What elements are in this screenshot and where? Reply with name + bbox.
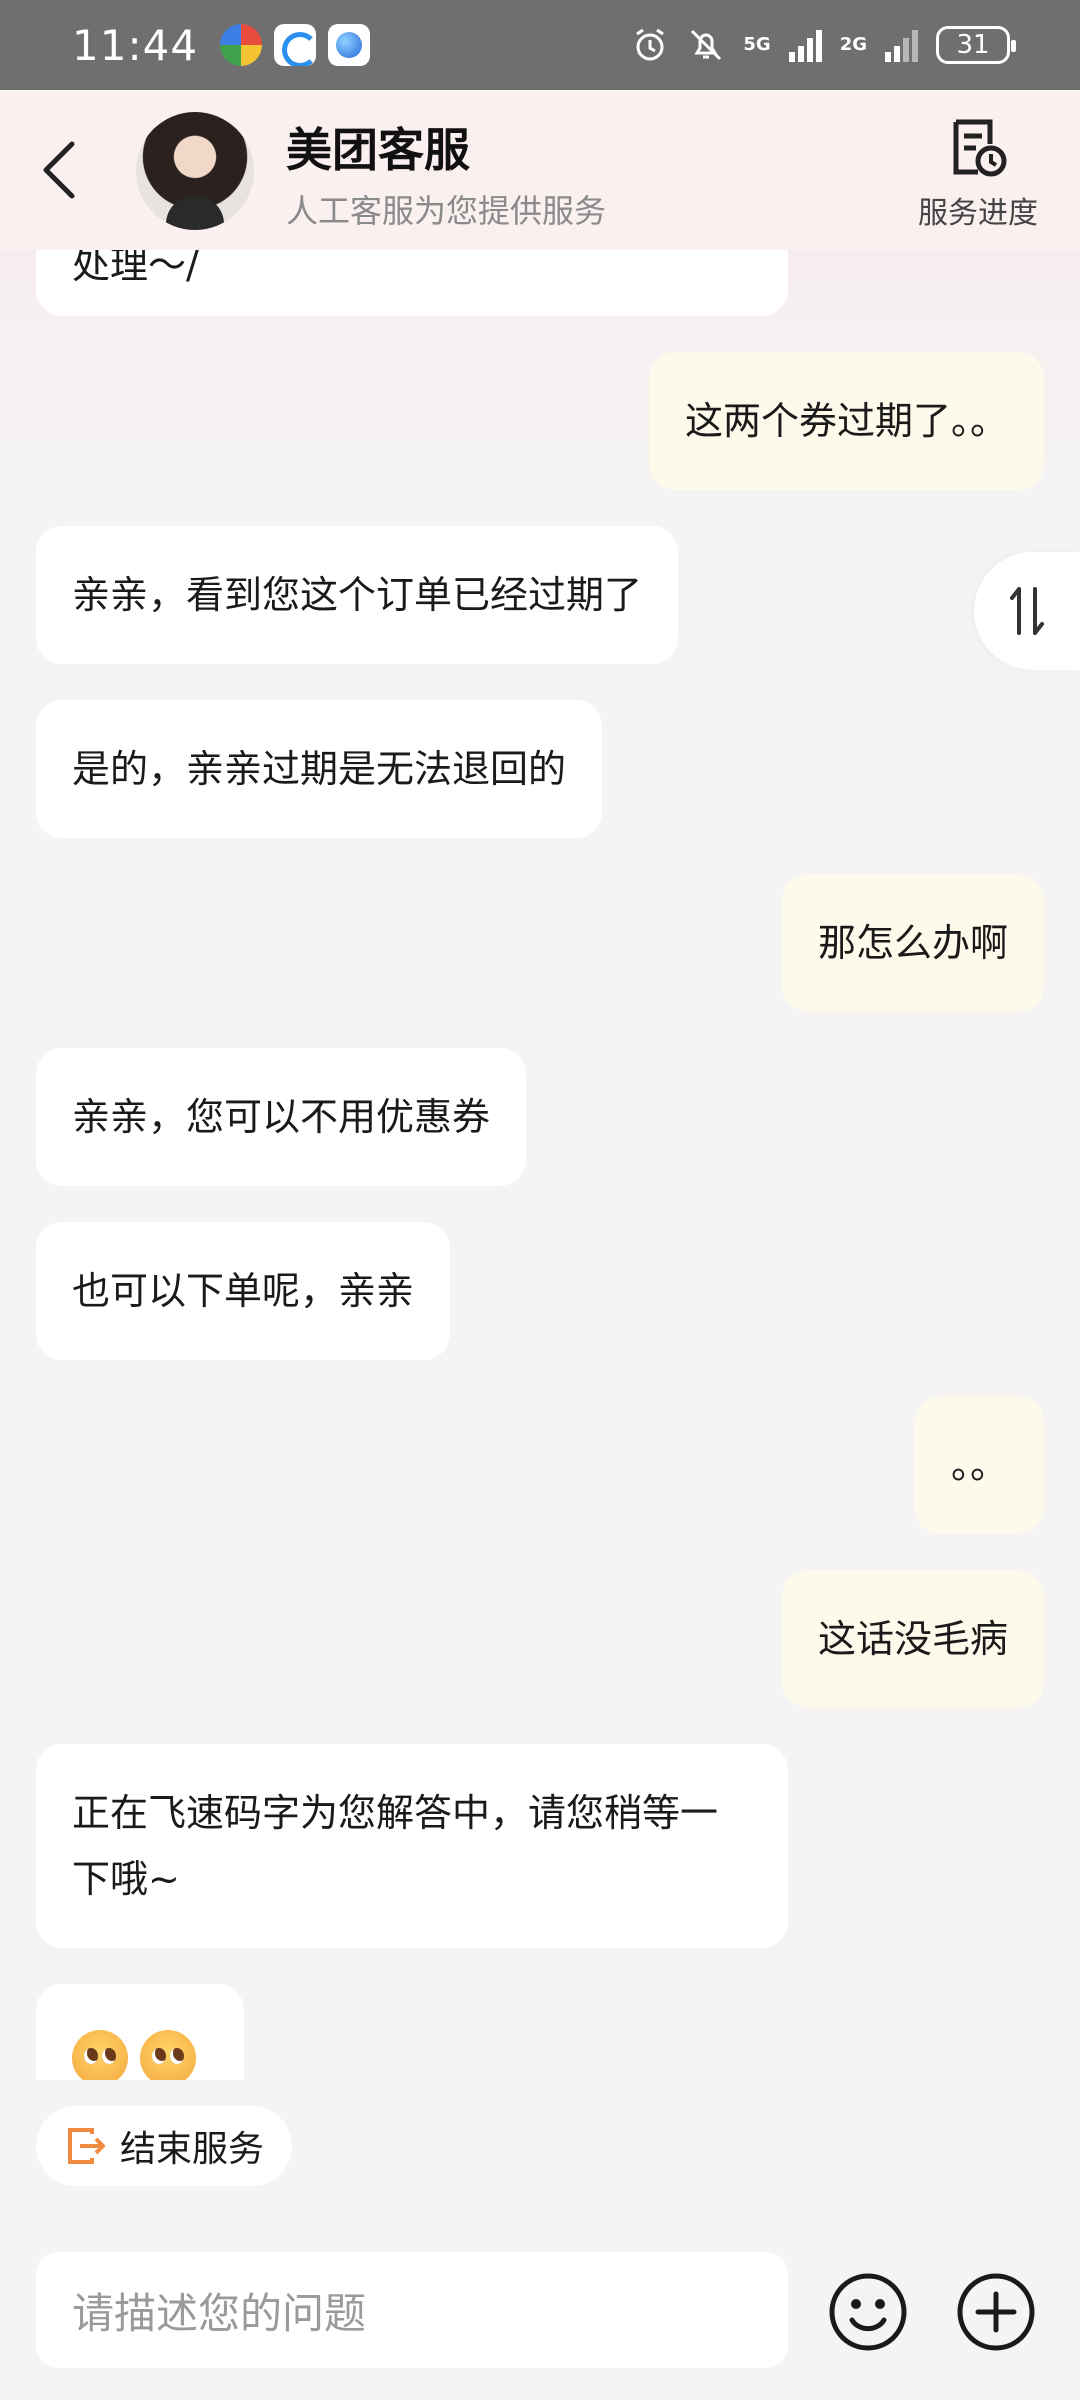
mute-icon xyxy=(691,29,722,61)
service-progress-button[interactable]: 服务进度 xyxy=(916,116,1040,232)
back-arrow-icon[interactable] xyxy=(40,140,80,200)
incoming-message: 是的，亲亲过期是无法退回的 xyxy=(36,700,603,838)
message-input[interactable]: 请描述您的问题 xyxy=(36,2252,788,2368)
outgoing-message: 这话没毛病 xyxy=(781,1570,1044,1708)
incoming-message: 处理～/ xyxy=(36,250,788,316)
message-text: 正在飞速码字为您解答中，请您稍等一下哦~ xyxy=(72,1791,719,1901)
agent-avatar[interactable] xyxy=(136,112,254,230)
status-bar: 11:44 5G 2G 31 xyxy=(0,0,1080,90)
network-type-label: 2G xyxy=(839,34,867,55)
chat-header: 美团客服 人工客服为您提供服务 服务进度 xyxy=(0,90,1080,250)
page-subtitle: 人工客服为您提供服务 xyxy=(286,192,607,230)
message-text: 那怎么办啊 xyxy=(817,921,1008,965)
status-time: 11:44 xyxy=(72,20,199,70)
message-input-placeholder: 请描述您的问题 xyxy=(72,2288,367,2338)
app-notification-icon xyxy=(220,24,263,66)
message-text: 亲亲，看到您这个订单已经过期了 xyxy=(72,573,643,617)
network-type-label: 5G xyxy=(743,34,771,55)
page-title: 美团客服 xyxy=(286,123,470,177)
incoming-emoji-message xyxy=(36,1984,244,2080)
outgoing-message: 这两个券过期了。。 xyxy=(648,352,1044,490)
outgoing-message: 那怎么办啊 xyxy=(781,874,1044,1012)
incoming-message: 也可以下单呢，亲亲 xyxy=(36,1222,451,1360)
status-app-icons xyxy=(220,24,371,66)
signal-strength-icon xyxy=(885,28,918,62)
header-title-group: 美团客服 人工客服为您提供服务 xyxy=(286,114,606,232)
message-text: 。。 xyxy=(950,1443,1008,1487)
incoming-message: 亲亲，您可以不用优惠券 xyxy=(36,1048,527,1186)
pleading-face-icon xyxy=(140,2029,196,2080)
message-text: 也可以下单呢，亲亲 xyxy=(72,1269,415,1313)
end-service-button[interactable]: 结束服务 xyxy=(36,2106,293,2186)
emoji-icon[interactable] xyxy=(828,2272,908,2352)
signal-strength-icon xyxy=(788,28,822,62)
chat-message-list[interactable]: 处理～/ 这两个券过期了。。 亲亲，看到您这个订单已经过期了 是的，亲亲过期是无… xyxy=(0,250,1080,2080)
document-clock-icon xyxy=(953,119,1007,177)
message-text: 这两个券过期了。。 xyxy=(684,399,1008,443)
pleading-face-icon xyxy=(72,2029,128,2080)
battery-indicator: 31 xyxy=(936,26,1016,64)
alarm-icon xyxy=(636,28,665,61)
app-notification-icon xyxy=(274,24,317,66)
add-icon[interactable] xyxy=(956,2272,1036,2352)
outgoing-message: 。。 xyxy=(914,1396,1044,1534)
incoming-message: 亲亲，看到您这个订单已经过期了 xyxy=(36,526,679,664)
swap-vertical-icon xyxy=(1010,587,1044,635)
app-notification-icon xyxy=(328,24,371,66)
end-service-label: 结束服务 xyxy=(120,2129,265,2170)
message-text: 处理～/ xyxy=(72,250,199,287)
message-text: 亲亲，您可以不用优惠券 xyxy=(72,1095,491,1139)
message-text: 这话没毛病 xyxy=(817,1617,1008,1661)
incoming-message: 正在飞速码字为您解答中，请您稍等一下哦~ xyxy=(36,1744,788,1948)
exit-icon xyxy=(68,2128,105,2164)
message-text: 是的，亲亲过期是无法退回的 xyxy=(72,747,567,791)
scroll-toggle-button[interactable] xyxy=(974,552,1080,670)
service-progress-label: 服务进度 xyxy=(918,196,1038,231)
